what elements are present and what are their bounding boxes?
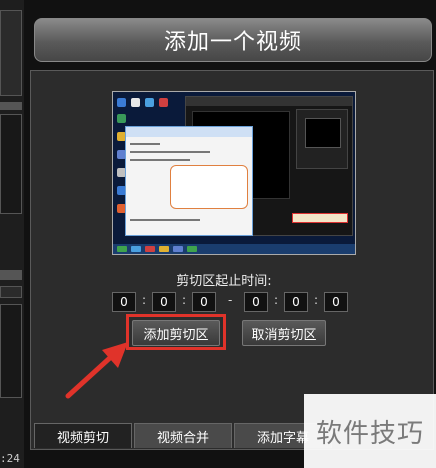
taskbar-icon [117, 246, 127, 252]
tab-video-cut[interactable]: 视频剪切 [34, 423, 132, 448]
document-text-line [130, 151, 210, 153]
left-side-panel: :24 [0, 0, 24, 468]
watermark: 软件技巧 [304, 394, 436, 468]
desktop-icon [145, 98, 154, 107]
end-minute-field[interactable]: 0 [284, 292, 308, 312]
start-minute-field[interactable]: 0 [152, 292, 176, 312]
document-title-bar [126, 127, 252, 137]
document-text-line [130, 143, 160, 145]
desktop-icon [117, 114, 126, 123]
taskbar-icon [131, 246, 141, 252]
editor-side-panel [296, 109, 348, 169]
editor-side-preview [305, 118, 341, 148]
range-dash: - [228, 293, 233, 307]
taskbar-thumbnail [113, 244, 355, 254]
watermark-text: 软件技巧 [315, 418, 424, 449]
left-pane-top [0, 10, 22, 96]
cut-range-label: 剪切区起止时间: [176, 274, 272, 289]
add-video-button[interactable]: 添加一个视频 [34, 18, 432, 62]
start-hour-field[interactable]: 0 [112, 292, 136, 312]
left-pane-bar [0, 102, 22, 110]
desktop-icon [117, 98, 126, 107]
editor-title-bar [186, 97, 352, 106]
end-second-field[interactable]: 0 [324, 292, 348, 312]
time-separator: : [142, 293, 147, 307]
document-callout [170, 165, 248, 209]
end-hour-field[interactable]: 0 [244, 292, 268, 312]
taskbar-icon [159, 246, 169, 252]
document-text-line [130, 159, 190, 161]
desktop-icon [159, 98, 168, 107]
taskbar-icon [187, 246, 197, 252]
highlight-annotation [126, 314, 226, 350]
video-preview [112, 91, 356, 255]
start-second-field[interactable]: 0 [192, 292, 216, 312]
left-pane-preview [0, 114, 22, 214]
left-time-text: :24 [0, 452, 20, 465]
document-window-thumbnail [125, 126, 253, 236]
cancel-cut-button[interactable]: 取消剪切区 [242, 320, 326, 346]
add-video-label: 添加一个视频 [163, 30, 302, 55]
taskbar-icon [173, 246, 183, 252]
arrow-annotation-icon [65, 342, 128, 399]
time-separator: : [182, 293, 187, 307]
tab-video-merge[interactable]: 视频合并 [134, 423, 232, 448]
time-separator: : [274, 293, 279, 307]
desktop-icon [131, 98, 140, 107]
taskbar-icon [145, 246, 155, 252]
time-separator: : [314, 293, 319, 307]
left-pane-list [0, 304, 22, 398]
editor-logo-strip [292, 213, 348, 223]
document-text-line [130, 219, 200, 221]
